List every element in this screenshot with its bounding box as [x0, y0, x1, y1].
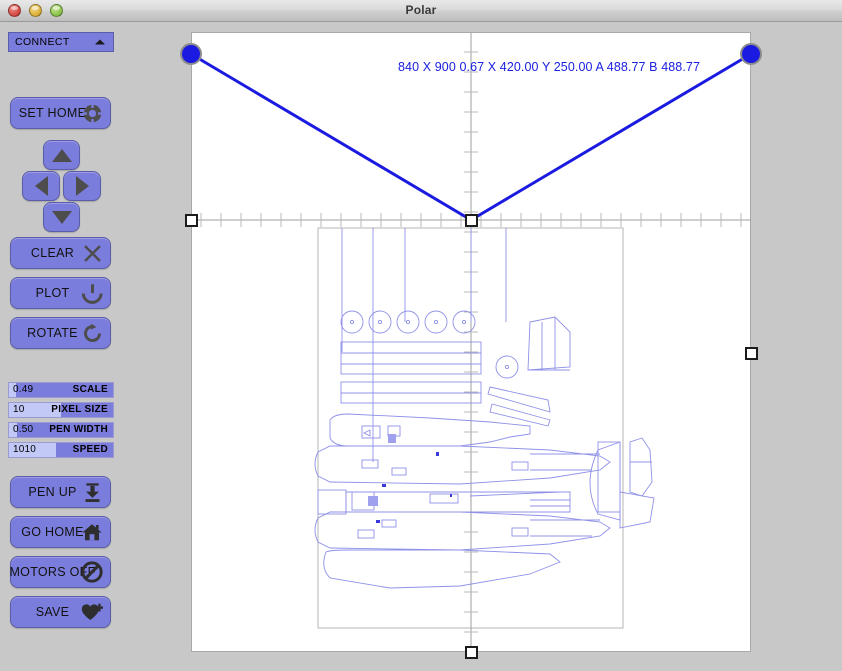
plot-button[interactable]: PLOT [10, 277, 111, 309]
pen-width-slider[interactable]: 0.50 PEN WIDTH [8, 422, 114, 438]
set-home-button[interactable]: SET HOME [10, 97, 111, 129]
plot-canvas-area[interactable]: 840 X 900 0.67 X 420.00 Y 250.00 A 488.7… [130, 22, 842, 671]
center-handle[interactable] [465, 214, 478, 227]
pen-up-label: PEN UP [28, 485, 77, 499]
prohibition-no-entry-icon [81, 561, 103, 583]
rotate-refresh-icon [81, 322, 103, 344]
pen-up-button[interactable]: PEN UP [10, 476, 111, 508]
speed-value: 1010 [13, 444, 37, 455]
coordinate-readout: 840 X 900 0.67 X 420.00 Y 250.00 A 488.7… [398, 60, 701, 74]
polar-app-window: Polar CONNECT SET HOME CLEAR PLOT ROTATE… [0, 0, 842, 671]
set-home-label: SET HOME [18, 106, 87, 120]
motor-left[interactable] [180, 43, 202, 65]
motor-right[interactable] [740, 43, 762, 65]
clear-label: CLEAR [30, 246, 75, 260]
pixel-size-value: 10 [13, 404, 25, 415]
bottom-edge-handle[interactable] [465, 646, 478, 659]
motors-off-button[interactable]: MOTORS OFF [9, 556, 111, 588]
go-home-label: GO HOME [21, 525, 84, 539]
chevron-up-icon [95, 39, 105, 45]
save-button[interactable]: SAVE [10, 596, 111, 628]
go-home-button[interactable]: GO HOME [10, 516, 111, 548]
pen-width-label: PEN WIDTH [49, 424, 108, 435]
right-edge-handle[interactable] [745, 347, 758, 360]
sidebar-panel: CONNECT SET HOME CLEAR PLOT ROTATE 0.49 … [0, 22, 130, 671]
speed-label: SPEED [72, 444, 108, 455]
window-titlebar: Polar [0, 0, 842, 22]
rotate-button[interactable]: ROTATE [10, 317, 111, 349]
scale-label: SCALE [72, 384, 108, 395]
x-cross-icon [81, 242, 103, 264]
left-edge-handle[interactable] [185, 214, 198, 227]
scale-slider[interactable]: 0.49 SCALE [8, 382, 114, 398]
power-icon [81, 282, 103, 304]
window-title: Polar [405, 3, 437, 17]
scale-value: 0.49 [13, 384, 34, 395]
connect-dropdown[interactable]: CONNECT [8, 32, 114, 52]
plot-white-surface[interactable] [191, 32, 751, 652]
jog-dpad [10, 140, 111, 232]
pen-up-arrow-icon [81, 481, 103, 503]
rotate-label: ROTATE [27, 326, 78, 340]
pen-width-value: 0.50 [13, 424, 34, 435]
arrow-left-icon [34, 176, 48, 196]
jog-down-button[interactable] [43, 202, 80, 232]
arrow-down-icon [51, 210, 72, 224]
home-house-icon [81, 521, 103, 543]
clear-button[interactable]: CLEAR [10, 237, 111, 269]
speed-slider[interactable]: 1010 SPEED [8, 442, 114, 458]
jog-up-button[interactable] [43, 140, 80, 170]
arrow-up-icon [51, 148, 72, 162]
crosshair-target-icon [81, 102, 103, 124]
connect-label: CONNECT [15, 36, 70, 48]
jog-left-button[interactable] [22, 171, 60, 201]
arrow-right-icon [75, 176, 89, 196]
heart-plus-icon [81, 601, 103, 623]
pixel-size-slider[interactable]: 10 PIXEL SIZE [8, 402, 114, 418]
plot-label: PLOT [35, 286, 70, 300]
pixel-size-label: PIXEL SIZE [51, 404, 108, 415]
jog-right-button[interactable] [63, 171, 101, 201]
save-label: SAVE [35, 605, 70, 619]
